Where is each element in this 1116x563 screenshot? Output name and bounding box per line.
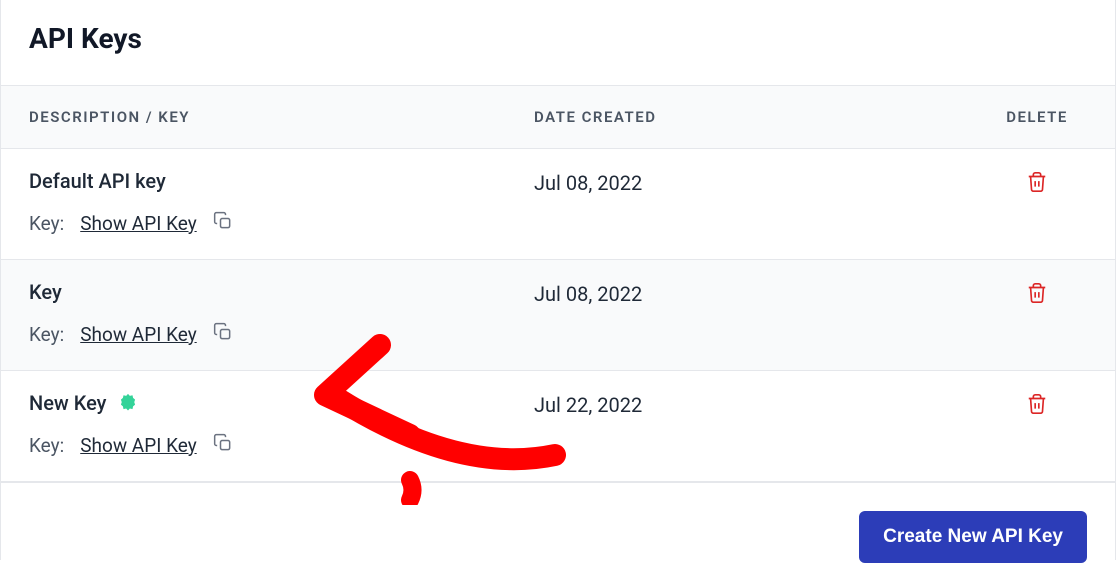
trash-icon[interactable]	[1026, 400, 1048, 419]
page-header: API Keys	[1, 0, 1115, 86]
table-header: DESCRIPTION / KEY DATE CREATED DELETE	[1, 86, 1115, 149]
trash-icon[interactable]	[1026, 289, 1048, 308]
key-title: Key	[29, 280, 534, 304]
key-label: Key:	[29, 323, 64, 346]
column-header-description: DESCRIPTION / KEY	[29, 108, 534, 126]
column-header-delete: DELETE	[987, 108, 1087, 126]
date-created: Jul 08, 2022	[534, 280, 987, 346]
table-row: Key Key: Show API Key Jul 08, 2022	[1, 260, 1115, 371]
table-row: Default API key Key: Show API Key Jul 08…	[1, 149, 1115, 260]
date-created: Jul 22, 2022	[534, 391, 987, 457]
copy-icon[interactable]	[213, 211, 233, 235]
show-api-key-link[interactable]: Show API Key	[80, 212, 196, 235]
show-api-key-link[interactable]: Show API Key	[80, 434, 196, 457]
create-new-api-key-button[interactable]: Create New API Key	[859, 511, 1087, 563]
copy-icon[interactable]	[213, 433, 233, 457]
date-created: Jul 08, 2022	[534, 169, 987, 235]
key-title: Default API key	[29, 169, 534, 193]
new-badge-icon	[118, 393, 138, 413]
show-api-key-link[interactable]: Show API Key	[80, 323, 196, 346]
key-label: Key:	[29, 434, 64, 457]
trash-icon[interactable]	[1026, 178, 1048, 197]
key-label: Key:	[29, 212, 64, 235]
page-title: API Keys	[29, 22, 1087, 55]
footer: Create New API Key	[1, 482, 1115, 563]
column-header-date: DATE CREATED	[534, 108, 987, 126]
copy-icon[interactable]	[213, 322, 233, 346]
key-title: New Key	[29, 391, 106, 415]
table-row: New Key Key: Show API Key Jul 22, 2022	[1, 371, 1115, 482]
